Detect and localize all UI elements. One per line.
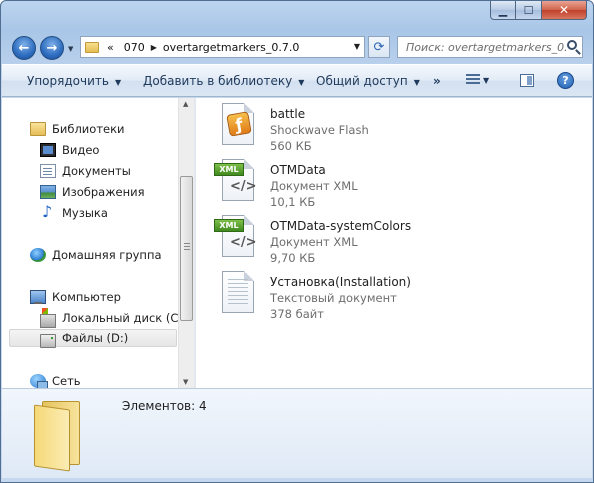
help-icon[interactable]: ? [557,72,574,89]
images-icon [40,185,56,199]
search-box[interactable]: Поиск: overtargetmarkers_0... [397,36,583,58]
network-icon [30,374,48,388]
xml-badge: XML [214,219,244,232]
view-dropdown-icon[interactable]: ▼ [483,76,489,85]
file-size: 10,1 КБ [270,195,316,209]
nav-scrollbar[interactable]: ▲ ▼ [178,98,194,388]
details-pane: Элементов: 4 [2,388,592,478]
nav-item-libraries[interactable]: Библиотеки [30,120,125,138]
computer-icon [30,290,46,304]
breadcrumb-070[interactable]: 070 [124,41,145,54]
explorer-window: ▁ ☐ ✕ ← → ▼ « 070 ▶ overtargetmarkers_0.… [0,0,594,483]
file-size: 560 КБ [270,139,312,153]
nav-label: Локальный диск (C:) [62,311,187,325]
music-icon [40,202,56,221]
nav-label: Компьютер [52,290,121,304]
file-type: Документ XML [270,235,358,249]
chevron-down-icon: ▼ [298,78,305,87]
navigation-pane: Библиотеки Видео Документы Изображения М… [2,98,194,388]
address-dropdown-icon[interactable]: ▼ [354,42,360,51]
forward-button[interactable]: → [40,36,64,60]
folder-icon [85,41,99,53]
scrollbar-thumb[interactable] [180,176,193,321]
nav-item-network[interactable]: Сеть [30,372,81,388]
back-button[interactable]: ← [12,36,36,60]
file-item-installation[interactable]: Установка(Installation) Текстовый докуме… [214,269,434,323]
breadcrumb-current-folder[interactable]: overtargetmarkers_0.7.0 [163,41,299,54]
share-button[interactable]: Общий доступ ▼ [316,74,420,88]
close-button[interactable]: ✕ [542,1,587,20]
nav-item-video[interactable]: Видео [40,141,99,159]
nav-label: Домашняя группа [52,248,162,262]
file-type: Shockwave Flash [270,123,369,137]
file-size: 9,70 КБ [270,251,316,265]
local-drive-icon [40,308,56,328]
address-bar[interactable]: « 070 ▶ overtargetmarkers_0.7.0 ▼ [80,36,365,58]
nav-label: Документы [62,164,131,178]
file-name: OTMData [270,163,326,177]
add-to-library-button[interactable]: Добавить в библиотеку ▼ [143,74,304,88]
file-type: Текстовый документ [270,291,397,305]
address-overflow[interactable]: « [107,41,114,54]
nav-item-drive-d[interactable]: Файлы (D:) [9,329,177,348]
recent-pages-dropdown[interactable]: ▼ [68,45,76,53]
organize-button[interactable]: Упорядочить ▼ [27,74,121,88]
video-icon [40,143,56,157]
homegroup-icon [30,248,46,262]
nav-item-images[interactable]: Изображения [40,183,145,201]
minimize-button[interactable]: ▁ [490,1,516,20]
folder-icon [32,397,82,472]
nav-label: Файлы (D:) [62,331,129,345]
xml-icon: XML </> [214,157,262,205]
documents-icon [40,164,56,178]
organize-label: Упорядочить [27,74,109,88]
nav-label: Видео [62,143,100,157]
refresh-button[interactable]: ⟳ [368,36,390,58]
flash-icon: ƒ [214,101,262,149]
file-size: 378 байт [270,307,324,321]
file-item-battle[interactable]: ƒ battle Shockwave Flash 560 КБ [214,101,414,155]
add-to-library-label: Добавить в библиотеку [143,74,293,88]
nav-label: Библиотеки [52,122,125,136]
share-label: Общий доступ [316,74,408,88]
item-count: Элементов: 4 [122,399,207,413]
caption-buttons: ▁ ☐ ✕ [490,1,587,21]
nav-label: Музыка [62,206,108,220]
xml-icon: XML </> [214,213,262,261]
file-name: battle [270,107,306,121]
chevron-down-icon: ▼ [114,78,122,87]
command-bar: Упорядочить ▼ Добавить в библиотеку ▼ Общи… [2,64,592,97]
chevron-down-icon: ▼ [413,78,420,87]
nav-item-homegroup[interactable]: Домашняя группа [30,246,162,264]
text-document-icon [214,269,262,317]
breadcrumb-separator-icon[interactable]: ▶ [151,43,157,52]
scroll-down-icon[interactable]: ▼ [183,378,188,386]
nav-label: Сеть [52,374,81,388]
more-commands-button[interactable]: » [433,74,441,88]
search-input[interactable]: Поиск: overtargetmarkers_0... [406,41,566,54]
file-type: Документ XML [270,179,358,193]
nav-item-documents[interactable]: Документы [40,162,131,180]
file-item-otmdata-systemcolors[interactable]: XML </> OTMData-systemColors Документ XM… [214,213,434,267]
nav-item-drive-c[interactable]: Локальный диск (C:) [40,308,187,328]
preview-pane-icon[interactable] [520,74,534,87]
file-item-otmdata[interactable]: XML </> OTMData Документ XML 10,1 КБ [214,157,414,211]
search-icon[interactable] [567,40,577,50]
xml-badge: XML [214,163,244,176]
file-name: Установка(Installation) [270,275,411,289]
nav-item-music[interactable]: Музыка [40,202,108,222]
grip-icon [184,243,190,252]
libraries-icon [30,122,46,136]
drive-icon [40,334,56,348]
nav-label: Изображения [62,185,145,199]
scroll-up-icon[interactable]: ▲ [183,100,188,108]
file-name: OTMData-systemColors [270,219,412,233]
nav-item-computer[interactable]: Компьютер [30,288,121,306]
file-list: ƒ battle Shockwave Flash 560 КБ XML </> … [196,98,592,388]
change-view-icon[interactable] [466,74,480,87]
maximize-button[interactable]: ☐ [516,1,542,20]
